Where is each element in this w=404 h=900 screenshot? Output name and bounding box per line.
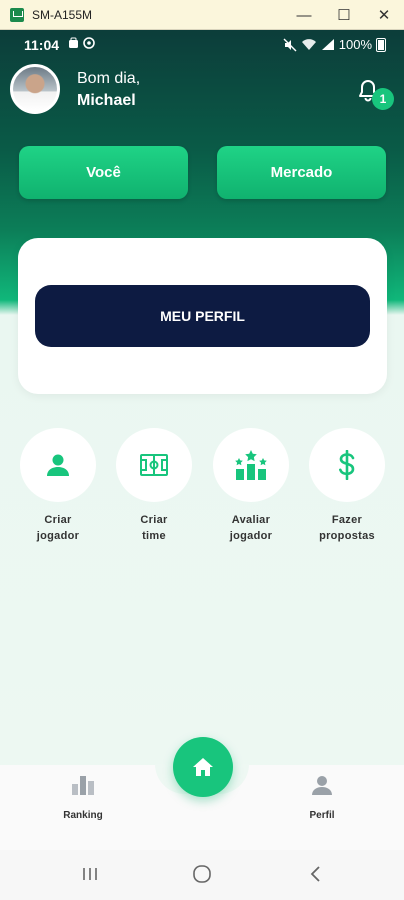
action-rate-player[interactable]: Avaliar jogador bbox=[213, 428, 289, 544]
profile-icon bbox=[312, 776, 332, 795]
my-profile-button[interactable]: MEU PERFIL bbox=[35, 285, 370, 347]
action-create-player[interactable]: Criar jogador bbox=[20, 428, 96, 544]
battery-percent: 100% bbox=[338, 37, 372, 52]
status-right-icons: 100% bbox=[283, 37, 386, 52]
nav-item-ranking[interactable]: Ranking bbox=[53, 773, 113, 821]
nav-label-ranking: Ranking bbox=[63, 810, 103, 821]
action-label-line1: Criar bbox=[140, 514, 168, 526]
action-label-line1: Fazer bbox=[331, 514, 363, 526]
system-home-button[interactable] bbox=[192, 862, 212, 886]
close-button[interactable]: ✕ bbox=[364, 0, 404, 30]
person-icon bbox=[47, 454, 69, 476]
back-button[interactable] bbox=[306, 862, 326, 886]
greeting: Bom dia, Michael bbox=[77, 68, 140, 112]
home-icon bbox=[193, 758, 213, 776]
tab-voce[interactable]: Você bbox=[19, 146, 188, 199]
action-label-line2: jogador bbox=[229, 530, 273, 542]
maximize-button[interactable]: ☐ bbox=[324, 0, 364, 30]
soccer-field-icon bbox=[140, 454, 168, 476]
app-icon bbox=[10, 7, 24, 22]
nav-item-perfil[interactable]: Perfil bbox=[292, 773, 352, 821]
home-button[interactable] bbox=[173, 737, 233, 797]
circle-home-icon bbox=[193, 865, 211, 883]
recent-apps-icon bbox=[83, 868, 97, 880]
action-label: Criar time bbox=[116, 512, 192, 544]
action-label: Avaliar jogador bbox=[213, 512, 289, 544]
signal-icon bbox=[321, 39, 334, 50]
action-circle[interactable] bbox=[213, 428, 289, 502]
status-bar: 11:04 100% bbox=[0, 30, 404, 60]
phone-screen: 11:04 100% Bom dia, Michael 1 Você Merca… bbox=[0, 30, 404, 900]
greeting-text: Bom dia, bbox=[77, 70, 141, 87]
action-make-offers[interactable]: Fazer propostas bbox=[309, 428, 385, 544]
recent-apps-button[interactable] bbox=[80, 862, 100, 886]
mute-icon bbox=[283, 38, 297, 51]
minimize-button[interactable]: — bbox=[284, 0, 324, 30]
action-label: Criar jogador bbox=[20, 512, 96, 544]
action-label-line2: propostas bbox=[319, 530, 375, 542]
action-circle[interactable] bbox=[116, 428, 192, 502]
status-time: 11:04 bbox=[24, 37, 60, 53]
avatar[interactable] bbox=[10, 64, 60, 114]
action-circle[interactable] bbox=[309, 428, 385, 502]
battery-icon bbox=[376, 37, 386, 52]
system-navigation-bar bbox=[0, 850, 404, 900]
notification-badge: 1 bbox=[372, 88, 394, 110]
dollar-icon bbox=[339, 450, 355, 480]
window-controls: — ☐ ✕ bbox=[284, 0, 404, 30]
action-label-line1: Criar bbox=[44, 514, 72, 526]
back-chevron-icon bbox=[310, 866, 320, 882]
nav-label-perfil: Perfil bbox=[309, 810, 335, 821]
window-title: SM-A155M bbox=[32, 7, 93, 22]
action-label-line2: jogador bbox=[36, 530, 80, 542]
action-label: Fazer propostas bbox=[309, 512, 385, 544]
action-label-line1: Avaliar bbox=[231, 514, 271, 526]
ranking-stars-icon bbox=[235, 450, 267, 480]
wifi-icon bbox=[301, 39, 316, 50]
status-notification-icons bbox=[68, 37, 98, 52]
action-create-team[interactable]: Criar time bbox=[116, 428, 192, 544]
user-name: Michael bbox=[77, 92, 136, 109]
action-circle[interactable] bbox=[20, 428, 96, 502]
ranking-icon bbox=[72, 776, 94, 795]
tab-mercado[interactable]: Mercado bbox=[217, 146, 386, 199]
notification-icons bbox=[69, 37, 95, 49]
window-titlebar: SM-A155M — ☐ ✕ bbox=[0, 0, 404, 30]
action-label-line2: time bbox=[142, 530, 166, 542]
